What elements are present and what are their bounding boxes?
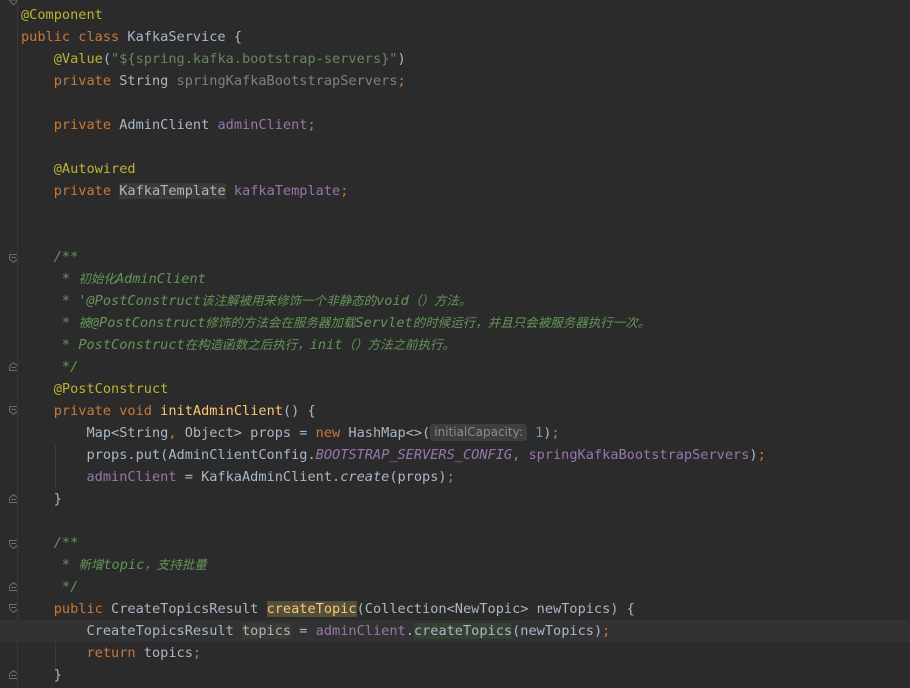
code-line: private AdminClient adminClient; — [53, 117, 316, 133]
code-line: * PostConstruct在构造函数之后执行，init（）方法之前执行。 — [53, 337, 455, 353]
parameter-hint: initialCapacity: — [430, 424, 527, 441]
code-line: * 新增topic，支持批量 — [53, 557, 207, 573]
code-line-current[interactable]: CreateTopicsResult topics = adminClient.… — [0, 620, 910, 642]
code-line: /** — [53, 535, 79, 551]
code-editor[interactable]: @Component public class KafkaService { @… — [0, 4, 910, 686]
code-line: Map<String, Object> props = new HashMap<… — [86, 424, 560, 441]
code-line: adminClient = KafkaAdminClient.create(pr… — [86, 469, 455, 485]
code-line: private String springKafkaBootstrapServe… — [53, 73, 406, 89]
code-line: */ — [53, 579, 79, 595]
code-line: /** — [53, 249, 79, 265]
code-line: @Component — [21, 7, 103, 23]
code-line: return topics; — [86, 645, 202, 661]
code-line: * 被@PostConstruct修饰的方法会在服务器加载Servlet的时候运… — [53, 315, 651, 331]
code-line: @Autowired — [53, 161, 136, 177]
code-line: @Value("${spring.kafka.bootstrap-servers… — [53, 51, 406, 67]
code-line: */ — [53, 359, 79, 375]
code-line: public CreateTopicsResult createTopic(Co… — [53, 601, 635, 617]
code-line: private void initAdminClient() { — [53, 403, 316, 419]
code-line: @PostConstruct — [53, 381, 169, 397]
editor-gutter — [0, 0, 18, 688]
code-line: * '@PostConstruct该注解被用来修饰一个非静态的void（）方法。 — [53, 293, 472, 309]
code-line: * 初始化AdminClient — [53, 271, 206, 287]
code-line: } — [53, 667, 62, 683]
code-line: private KafkaTemplate kafkaTemplate; — [53, 183, 349, 199]
code-line: public class KafkaService { — [21, 29, 242, 45]
code-line: } — [53, 491, 62, 507]
code-line: props.put(AdminClientConfig.BOOTSTRAP_SE… — [86, 447, 766, 463]
gutter-divider — [17, 0, 18, 688]
